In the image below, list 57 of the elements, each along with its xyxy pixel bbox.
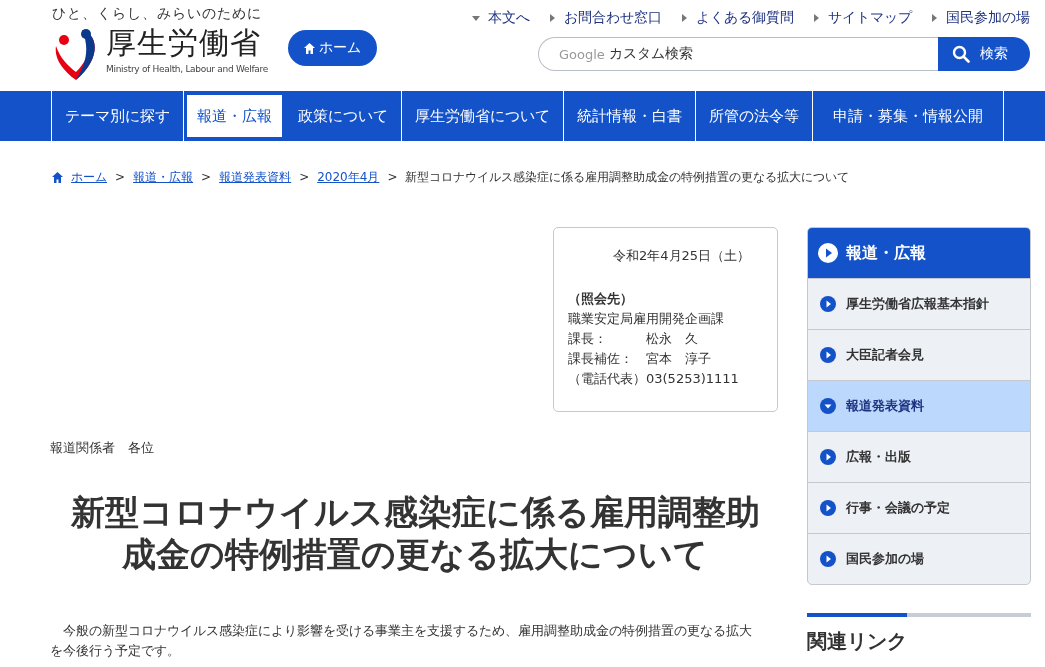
caret-down-icon [472, 14, 480, 22]
play-circle-icon [820, 551, 836, 567]
section-heading: 関連リンク [807, 628, 908, 655]
breadcrumb-link[interactable]: ホーム [71, 168, 107, 186]
home-icon [303, 42, 315, 54]
tagline: ひと、くらし、みらいのために [52, 4, 263, 22]
breadcrumb-separator: > [387, 170, 398, 184]
date-text: 令和2年4月25日（土） [612, 247, 752, 265]
contact-line: 課長補佐： 宮本 淳子 [568, 350, 712, 368]
play-circle-icon [820, 500, 836, 516]
utility-link[interactable]: よくある御質問 [680, 7, 794, 29]
caret-right-icon [812, 14, 820, 22]
side-menu-item[interactable]: 行事・会議の予定 [808, 482, 1030, 533]
nav-tab[interactable]: 所管の法令等 [696, 91, 813, 141]
breadcrumb-separator: > [299, 170, 310, 184]
side-menu-item[interactable]: 厚生労働省広報基本指針 [808, 278, 1030, 329]
contact-line: （電話代表）03(5253)1111 [568, 370, 740, 388]
caret-right-icon [548, 14, 556, 22]
nav-tab[interactable]: テーマ別に探す [52, 91, 184, 141]
side-menu-item[interactable]: 国民参加の場 [808, 533, 1030, 584]
contact-line: 職業安定局雇用開発企画課 [568, 310, 725, 328]
caret-right-icon [680, 14, 688, 22]
side-menu-title: 報道・広報 [808, 228, 1030, 278]
ministry-name: 厚生労働省 [106, 24, 262, 62]
breadcrumb-link[interactable]: 報道・広報 [133, 168, 194, 186]
addressee-text: 報道関係者 各位 [50, 439, 155, 457]
breadcrumb-link[interactable]: 2020年4月 [317, 168, 380, 186]
breadcrumb-separator: > [201, 170, 212, 184]
home-button[interactable]: ホーム [287, 30, 377, 66]
play-circle-icon [820, 449, 836, 465]
caret-down-circle-icon [820, 398, 836, 414]
breadcrumb-current: 新型コロナウイルス感染症に係る雇用調整助成金の特例措置の更なる拡大について [405, 168, 850, 186]
breadcrumb-separator: > [115, 170, 126, 184]
search-icon [952, 45, 970, 63]
play-circle-icon [820, 296, 836, 312]
side-menu-item[interactable]: 広報・出版 [808, 431, 1030, 482]
utility-link[interactable]: サイトマップ [812, 7, 912, 29]
play-circle-icon [820, 347, 836, 363]
contact-heading: （照会先） [568, 290, 634, 308]
utility-link[interactable]: 国民参加の場 [930, 7, 1030, 29]
page-title: 新型コロナウイルス感染症に係る雇用調整助成金の特例措置の更なる拡大について [69, 491, 761, 575]
nav-tab[interactable]: 厚生労働省について [402, 91, 564, 141]
nav-tab[interactable]: 申請・募集・情報公開 [813, 91, 1004, 141]
side-menu-item[interactable]: 報道発表資料 [808, 380, 1030, 431]
play-circle-icon [818, 243, 838, 263]
utility-link[interactable]: 本文へ [472, 7, 530, 29]
nav-tab[interactable]: 報道・広報 [187, 95, 282, 137]
contact-line: 課長： 松永 久 [568, 330, 699, 348]
home-icon [52, 171, 63, 183]
search-button[interactable]: 検索 [938, 37, 1030, 71]
ministry-subtitle: Ministry of Health, Labour and Welfare [106, 63, 268, 76]
body-paragraph: 今般の新型コロナウイルス感染症により影響を受ける事業主を支援するため、雇用調整助成金の特例措置の更なる拡大を今後行う予定です。 [50, 622, 753, 660]
caret-right-icon [930, 14, 938, 22]
nav-tab[interactable]: 政策について [285, 91, 402, 141]
nav-tab[interactable]: 統計情報・白書 [564, 91, 696, 141]
utility-link[interactable]: お問合わせ窓口 [548, 7, 662, 29]
breadcrumb-link[interactable]: 報道発表資料 [219, 168, 292, 186]
